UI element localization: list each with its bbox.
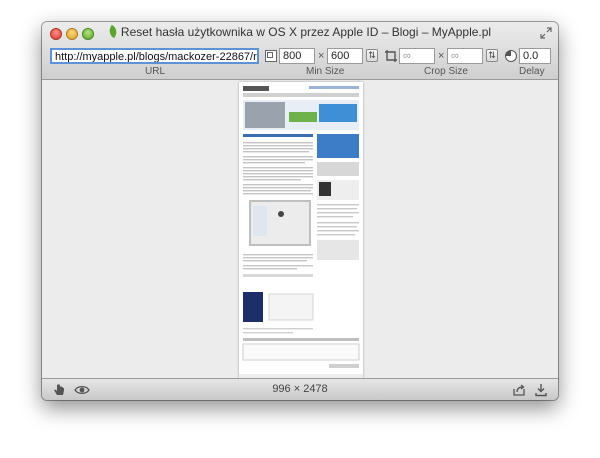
delay-input[interactable]: 0.0 xyxy=(519,48,551,64)
window-title-area: Reset hasła użytkownika w OS X przez App… xyxy=(42,24,558,39)
crop-width-input[interactable]: ∞ xyxy=(399,48,435,64)
url-input[interactable]: http://myapple.pl/blogs/mackozer-22867/r… xyxy=(50,48,259,64)
min-size-label: Min Size xyxy=(306,66,345,77)
image-dimensions: 996 × 2478 xyxy=(272,383,328,395)
clock-icon xyxy=(505,50,517,62)
titlebar-toolbar: Reset hasła użytkownika w OS X przez App… xyxy=(42,22,558,80)
min-size-times: × xyxy=(318,50,325,62)
crop-size-label: Crop Size xyxy=(424,66,468,77)
site-leaf-icon xyxy=(106,24,119,39)
min-width-input[interactable]: 800 xyxy=(279,48,315,64)
url-label: URL xyxy=(145,66,166,77)
window-size-icon xyxy=(265,50,277,62)
crop-size-times: × xyxy=(438,50,445,62)
delay-label: Delay xyxy=(519,66,545,77)
app-window: Reset hasła użytkownika w OS X przez App… xyxy=(42,22,558,400)
share-icon[interactable] xyxy=(512,383,526,397)
crop-icon xyxy=(385,50,397,62)
swap-min-size-button[interactable]: ⇅ xyxy=(366,49,378,62)
window-title: Reset hasła użytkownika w OS X przez App… xyxy=(120,25,492,39)
preview-area xyxy=(42,80,558,381)
min-height-input[interactable]: 600 xyxy=(327,48,363,64)
bottom-bar: 996 × 2478 xyxy=(42,378,558,400)
swap-crop-size-button[interactable]: ⇅ xyxy=(486,49,498,62)
crop-height-input[interactable]: ∞ xyxy=(447,48,483,64)
page-thumbnail[interactable] xyxy=(239,82,363,381)
page-thumbnail-render xyxy=(239,82,363,381)
download-icon[interactable] xyxy=(534,383,548,397)
fullscreen-icon[interactable] xyxy=(540,27,552,39)
